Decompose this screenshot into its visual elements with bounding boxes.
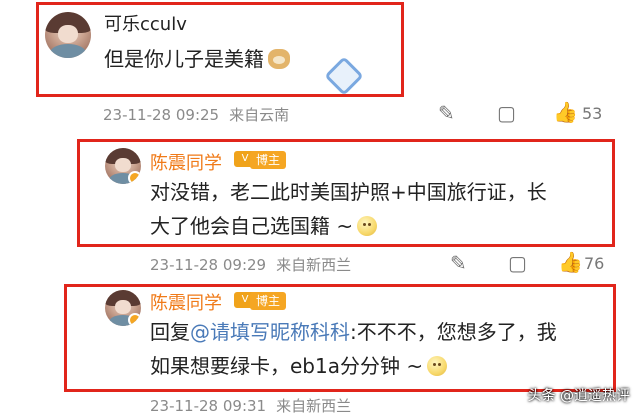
like-icon[interactable]: 👍 bbox=[558, 252, 583, 272]
location: 来自新西兰 bbox=[276, 397, 352, 415]
comment-text: 对没错，老二此时美国护照+中国旅行证，长 大了他会自己选国籍 ~ bbox=[150, 175, 547, 243]
comment-icon[interactable]: ✎ bbox=[450, 253, 467, 273]
timestamp: 23-11-28 09:29 bbox=[150, 256, 267, 274]
blogger-tag: 博主 bbox=[250, 151, 287, 169]
doge-emoji-icon bbox=[268, 49, 290, 69]
smile-emoji-icon bbox=[427, 356, 448, 376]
username[interactable]: 陈震同学 bbox=[150, 149, 222, 175]
username[interactable]: 可乐cculv bbox=[104, 10, 187, 36]
timestamp: 23-11-28 09:31 bbox=[150, 397, 267, 415]
username[interactable]: 陈震同学 bbox=[150, 289, 222, 315]
comment-text: 回复@请填写昵称科科:不不不，您想多了，我 如果想要绿卡，eb1a分分钟 ~ bbox=[150, 315, 557, 383]
like-count: 76 bbox=[584, 254, 605, 273]
watermark: 头条 @逍遥热评 bbox=[527, 388, 630, 404]
comment-text: 但是你儿子是美籍 bbox=[104, 42, 290, 76]
comment-icon[interactable]: ✎ bbox=[438, 103, 455, 123]
mention-link[interactable]: @请填写昵称科科 bbox=[190, 320, 350, 344]
like-count: 53 bbox=[582, 104, 603, 123]
avatar[interactable] bbox=[105, 290, 141, 326]
avatar[interactable] bbox=[105, 148, 141, 184]
comment-line: 大了他会自己选国籍 ~ bbox=[150, 214, 354, 238]
avatar[interactable] bbox=[45, 12, 91, 58]
comment-line: :不不不，您想多了，我 bbox=[350, 320, 557, 344]
chat-icon[interactable]: ▢ bbox=[497, 103, 516, 123]
comment-line: 如果想要绿卡，eb1a分分钟 ~ bbox=[150, 354, 424, 378]
location: 来自新西兰 bbox=[276, 256, 352, 274]
reply-prefix: 回复 bbox=[150, 320, 190, 344]
comment-meta: 23-11-28 09:25 来自云南 bbox=[103, 104, 299, 125]
timestamp: 23-11-28 09:25 bbox=[103, 106, 220, 124]
blogger-tag: 博主 bbox=[250, 292, 287, 310]
chat-icon[interactable]: ▢ bbox=[508, 253, 527, 273]
comment-line: 对没错，老二此时美国护照+中国旅行证，长 bbox=[150, 180, 547, 204]
location: 来自云南 bbox=[229, 106, 290, 124]
smile-emoji-icon bbox=[357, 216, 378, 236]
like-icon[interactable]: 👍 bbox=[553, 102, 578, 122]
comment-meta: 23-11-28 09:29 来自新西兰 bbox=[150, 254, 361, 275]
